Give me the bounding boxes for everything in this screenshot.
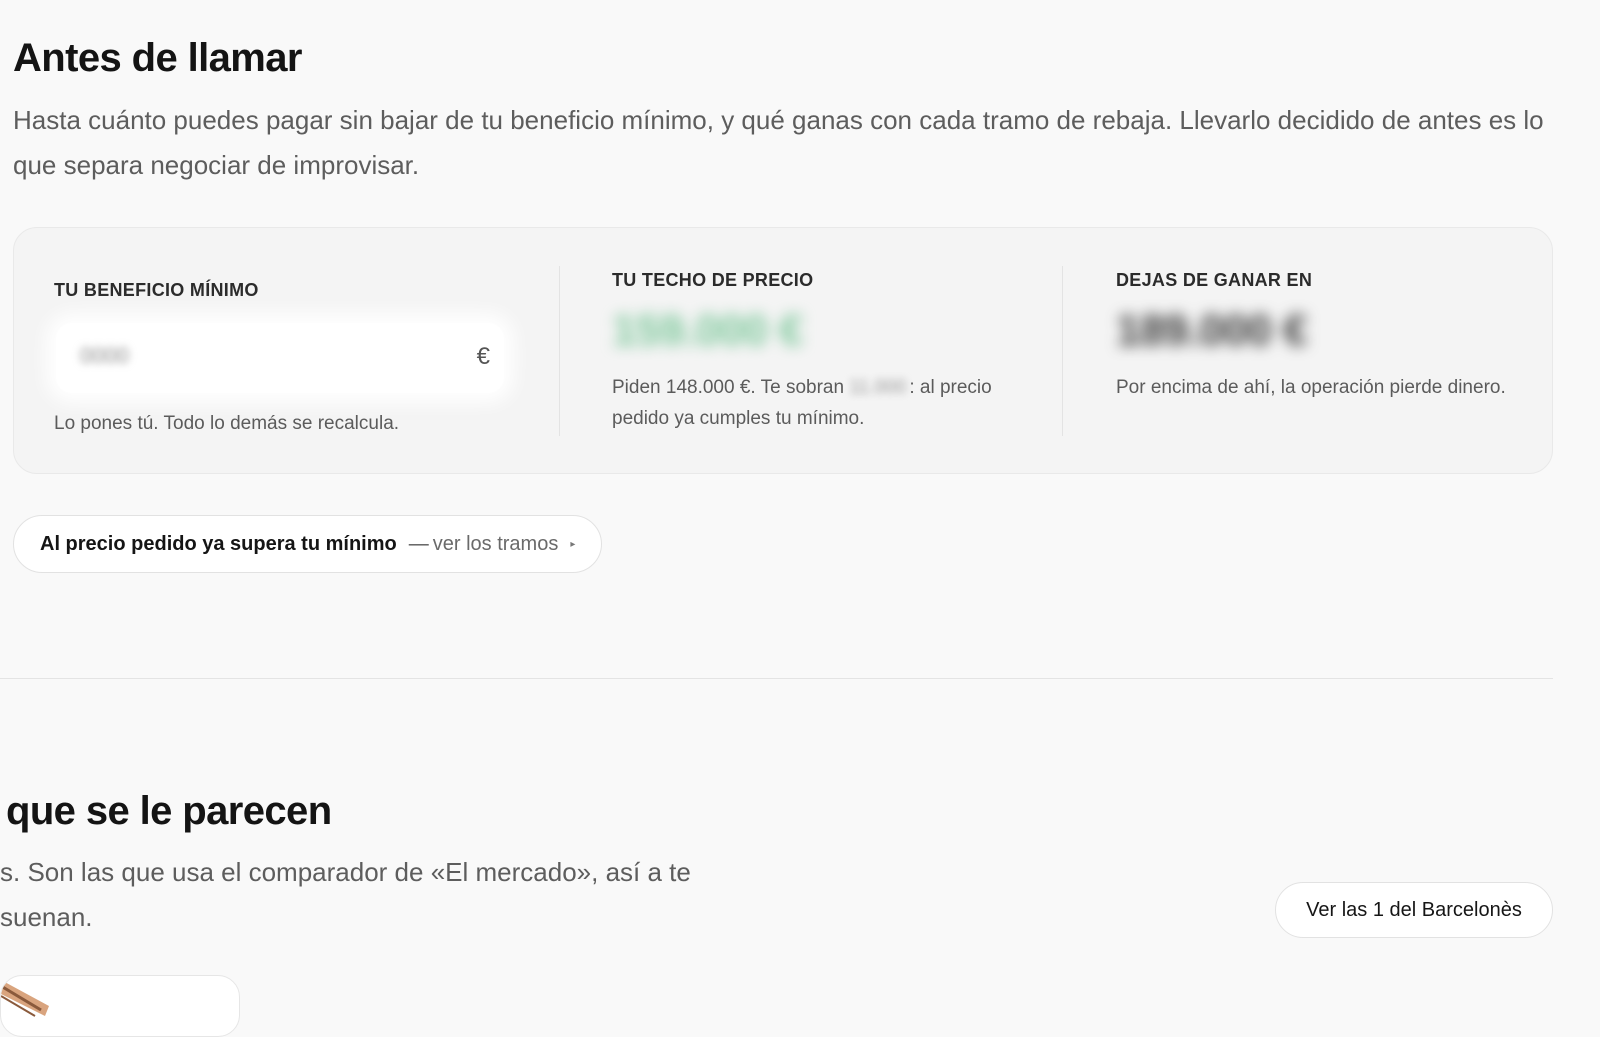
euro-unit: € [476, 343, 490, 370]
section-lead: Hasta cuánto puedes pagar sin bajar de t… [13, 105, 1544, 180]
property-thumbnail [1, 980, 49, 1017]
similar-section-lead: s. Son las que usa el comparador de «El … [0, 857, 691, 932]
min-benefit-value[interactable]: 0000 [80, 343, 129, 369]
price-ceiling-value: 159.000 € [612, 306, 804, 355]
column-divider [559, 266, 560, 436]
property-card[interactable] [0, 975, 240, 1037]
stop-earning-value: 189.000 € [1116, 306, 1308, 355]
price-ceiling-label: TU TECHO DE PRECIO [612, 270, 814, 290]
min-benefit-input[interactable]: 0000 € [56, 323, 504, 393]
section-divider [0, 678, 1553, 679]
price-ceiling-note: Piden 148.000 €. Te sobran 11.000: al pr… [612, 372, 1012, 434]
tramos-status: Al precio pedido ya supera tu mínimo [40, 532, 397, 555]
column-divider [1062, 266, 1063, 436]
tramos-separator: — [408, 532, 429, 555]
similar-section-title: que se le parecen [6, 789, 332, 833]
chevron-right-icon: ▸ [570, 538, 576, 550]
section-title: Antes de llamar [13, 36, 303, 80]
negotiation-card: TU BENEFICIO MÍNIMO 0000 € Lo pones tú. … [13, 227, 1553, 474]
min-benefit-note: Lo pones tú. Todo lo demás se recalcula. [54, 413, 400, 434]
price-ceiling-note-prefix: Piden 148.000 €. Te sobran [612, 377, 850, 398]
view-barcelones-button[interactable]: Ver las 1 del Barcelonès [1275, 882, 1553, 938]
tramos-link[interactable]: ver los tramos [433, 533, 559, 556]
price-ceiling-surplus: 11.000 [849, 377, 907, 398]
stop-earning-label: DEJAS DE GANAR EN [1116, 270, 1313, 290]
ver-tramos-button[interactable]: Al precio pedido ya supera tu mínimo — v… [13, 515, 603, 573]
min-benefit-label: TU BENEFICIO MÍNIMO [54, 280, 259, 300]
stop-earning-note: Por encima de ahí, la operación pierde d… [1116, 377, 1506, 398]
